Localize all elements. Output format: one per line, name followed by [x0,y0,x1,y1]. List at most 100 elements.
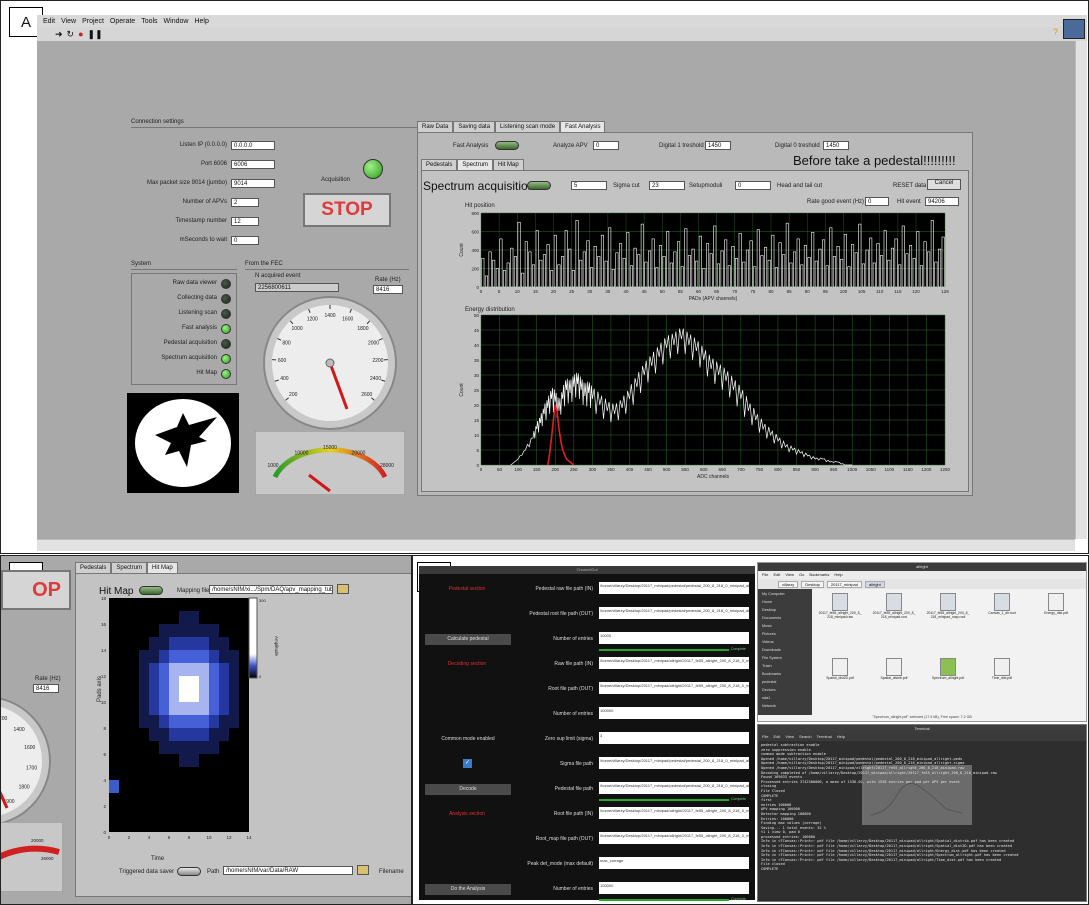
fast-analysis-toggle[interactable] [495,141,519,150]
fm-menu-item[interactable]: Edit [773,571,780,579]
folder-browse-icon[interactable] [337,584,349,594]
file-item[interactable]: Spectrum_allright.pdf [926,658,970,713]
menu-item-operate[interactable]: Operate [110,18,135,25]
mapping-file-path[interactable]: /home/sNIM/xi.../Spm/DAQ/apv_mapping_tub… [209,585,333,594]
path-input[interactable]: /home/sNIM/var/Data/RAW [223,866,353,875]
menu-item-view[interactable]: View [61,18,76,25]
sidebar-item[interactable]: Pictures [762,632,776,636]
action-button[interactable]: Do the Analysis [425,884,511,895]
menu-item-edit[interactable]: Edit [43,18,55,25]
triggered-saver-toggle[interactable] [177,867,201,876]
file-item[interactable]: Spatial_distrib.pdf [872,658,916,713]
sidebar-item[interactable]: sda1 [762,696,770,700]
sidebar-item[interactable]: Videos [762,640,774,644]
connection-field-input[interactable]: 2 [231,198,259,207]
b-tab-2[interactable]: Hit Map [147,562,178,573]
fm-menu-item[interactable]: Bookmarks [809,571,829,579]
terminal-menu-item[interactable]: Help [837,733,845,741]
sub-tab-2[interactable]: Hit Map [493,159,524,170]
action-button[interactable]: Decode [425,784,511,795]
sub-tab-1[interactable]: Spectrum [457,159,494,170]
menu-item-tools[interactable]: Tools [141,18,157,25]
path-input[interactable]: /home/villarzy/Desktop/20117_minipad/all… [599,832,749,844]
abort-icon[interactable]: ● [78,29,83,39]
connection-field-input[interactable]: 6006 [231,160,275,169]
fm-menu-item[interactable]: Go [799,571,804,579]
file-item[interactable]: 20117_fe55_allright_200_8_218_minipad.ra… [818,593,862,652]
file-item[interactable]: Spatial_dist2D.pdf [818,658,862,713]
breadcrumb-item[interactable]: Desktop [801,580,824,588]
path-input[interactable]: 3 [599,732,749,744]
sidebar-item[interactable]: Network [762,704,776,708]
terminal-menu-item[interactable]: View [785,733,794,741]
path-input[interactable]: /home/villarzy/Desktop/20117_minipad/ped… [599,757,749,769]
terminal-menu-item[interactable]: Terminal [817,733,832,741]
cancel-button[interactable]: Cancel [927,179,961,190]
file-item[interactable]: Energy_dist.pdf [1034,593,1078,652]
sigma-cut-input[interactable]: 5 [571,181,607,190]
main-tab-0[interactable]: Raw Data [417,121,454,132]
path-input[interactable]: /home/villarzy/Desktop/20117_minipad/all… [599,682,749,694]
vertical-scrollbar[interactable] [1075,41,1087,539]
path-input[interactable]: /home/villarzy/Desktop/20117_minipad/all… [599,807,749,819]
fm-menu-item[interactable]: File [762,571,768,579]
path-input[interactable]: 100000 [599,707,749,719]
sub-tab-0[interactable]: Pedestals [421,159,458,170]
menu-item-window[interactable]: Window [164,18,189,25]
sidebar-item[interactable]: Bookmarks [762,672,781,676]
fm-menu-item[interactable]: View [785,571,794,579]
run-continuous-icon[interactable]: ↻ [67,29,75,40]
file-item[interactable]: 20117_fe55_allright_200_8_218_minipad.ro… [872,593,916,652]
action-button[interactable]: Calculate pedestal [425,634,511,645]
sidebar-item[interactable]: Home [762,600,772,604]
connection-field-input[interactable]: 12 [231,217,259,226]
spectrum-acquisition-toggle[interactable] [527,181,551,190]
path-input[interactable]: 100000 [599,882,749,894]
acquisition-led[interactable] [363,159,383,179]
stop-button[interactable]: STOP [303,193,391,227]
common-mode-checkbox[interactable]: ✓ [463,759,472,768]
terminal-menu-item[interactable]: Edit [773,733,780,741]
fm-menu-item[interactable]: Help [834,571,842,579]
main-tab-3[interactable]: Fast Analysis [560,121,606,132]
connection-field-input[interactable]: 0 [231,236,259,245]
path-input[interactable]: /home/villarzy/Desktop/20117_minipad/ped… [599,582,749,594]
digital1-input[interactable]: 1450 [705,141,731,150]
setupmoduli-input[interactable]: 23 [649,181,685,190]
menu-item-project[interactable]: Project [82,18,104,25]
connection-field-input[interactable]: 9014 [231,179,275,188]
terminal-menu-item[interactable]: File [762,733,768,741]
main-tab-1[interactable]: Saving data [453,121,496,132]
sidebar-item[interactable]: Documents [762,616,781,620]
sidebar-item[interactable]: Trash [762,664,772,668]
sidebar-item[interactable]: Desktop [762,608,776,612]
breadcrumb-item[interactable]: 20117_minipad [826,580,862,588]
path-input[interactable]: max_corrage [599,857,749,869]
sidebar-item[interactable]: Music [762,624,772,628]
help-icon[interactable]: ? [1053,27,1058,37]
sidebar-item[interactable]: File System [762,656,782,660]
pause-icon[interactable]: ❚❚ [88,29,103,40]
file-item[interactable]: Time_dist.pdf [980,658,1024,713]
breadcrumb-item[interactable]: villarzy [778,580,799,588]
path-input[interactable]: /home/villarzy/Desktop/20117_minipad/all… [599,657,749,669]
sidebar-item[interactable]: pedestal [762,680,776,684]
connection-field-input[interactable]: 0.0.0.0 [231,141,275,150]
analyze-apv-input[interactable]: 0 [593,141,619,150]
path-browse-icon[interactable] [357,865,369,875]
path-input[interactable]: /home/villarzy/Desktop/20117_minipad/ped… [599,607,749,619]
terminal-menu-item[interactable]: Search [799,733,812,741]
path-input[interactable]: /home/villarzy/Desktop/20117_minipad/ped… [599,782,749,794]
digital0-input[interactable]: 1450 [823,141,849,150]
menu-item-help[interactable]: Help [194,18,208,25]
sidebar-item[interactable]: Downloads [762,648,781,652]
path-input[interactable]: 10000 [599,632,749,644]
head-tail-input[interactable]: 0 [735,181,771,190]
sidebar-item[interactable]: Devices [762,688,776,692]
b-tab-1[interactable]: Spectrum [111,562,148,573]
file-item[interactable]: Canvas_1_dir.root [980,593,1024,652]
run-arrow-icon[interactable]: ➜ [55,29,63,40]
file-item[interactable]: 20117_fe55_allright_200_8_218_minipad_ma… [926,593,970,652]
main-tab-2[interactable]: Listening scan mode [495,121,561,132]
horizontal-scrollbar[interactable] [37,539,1075,551]
